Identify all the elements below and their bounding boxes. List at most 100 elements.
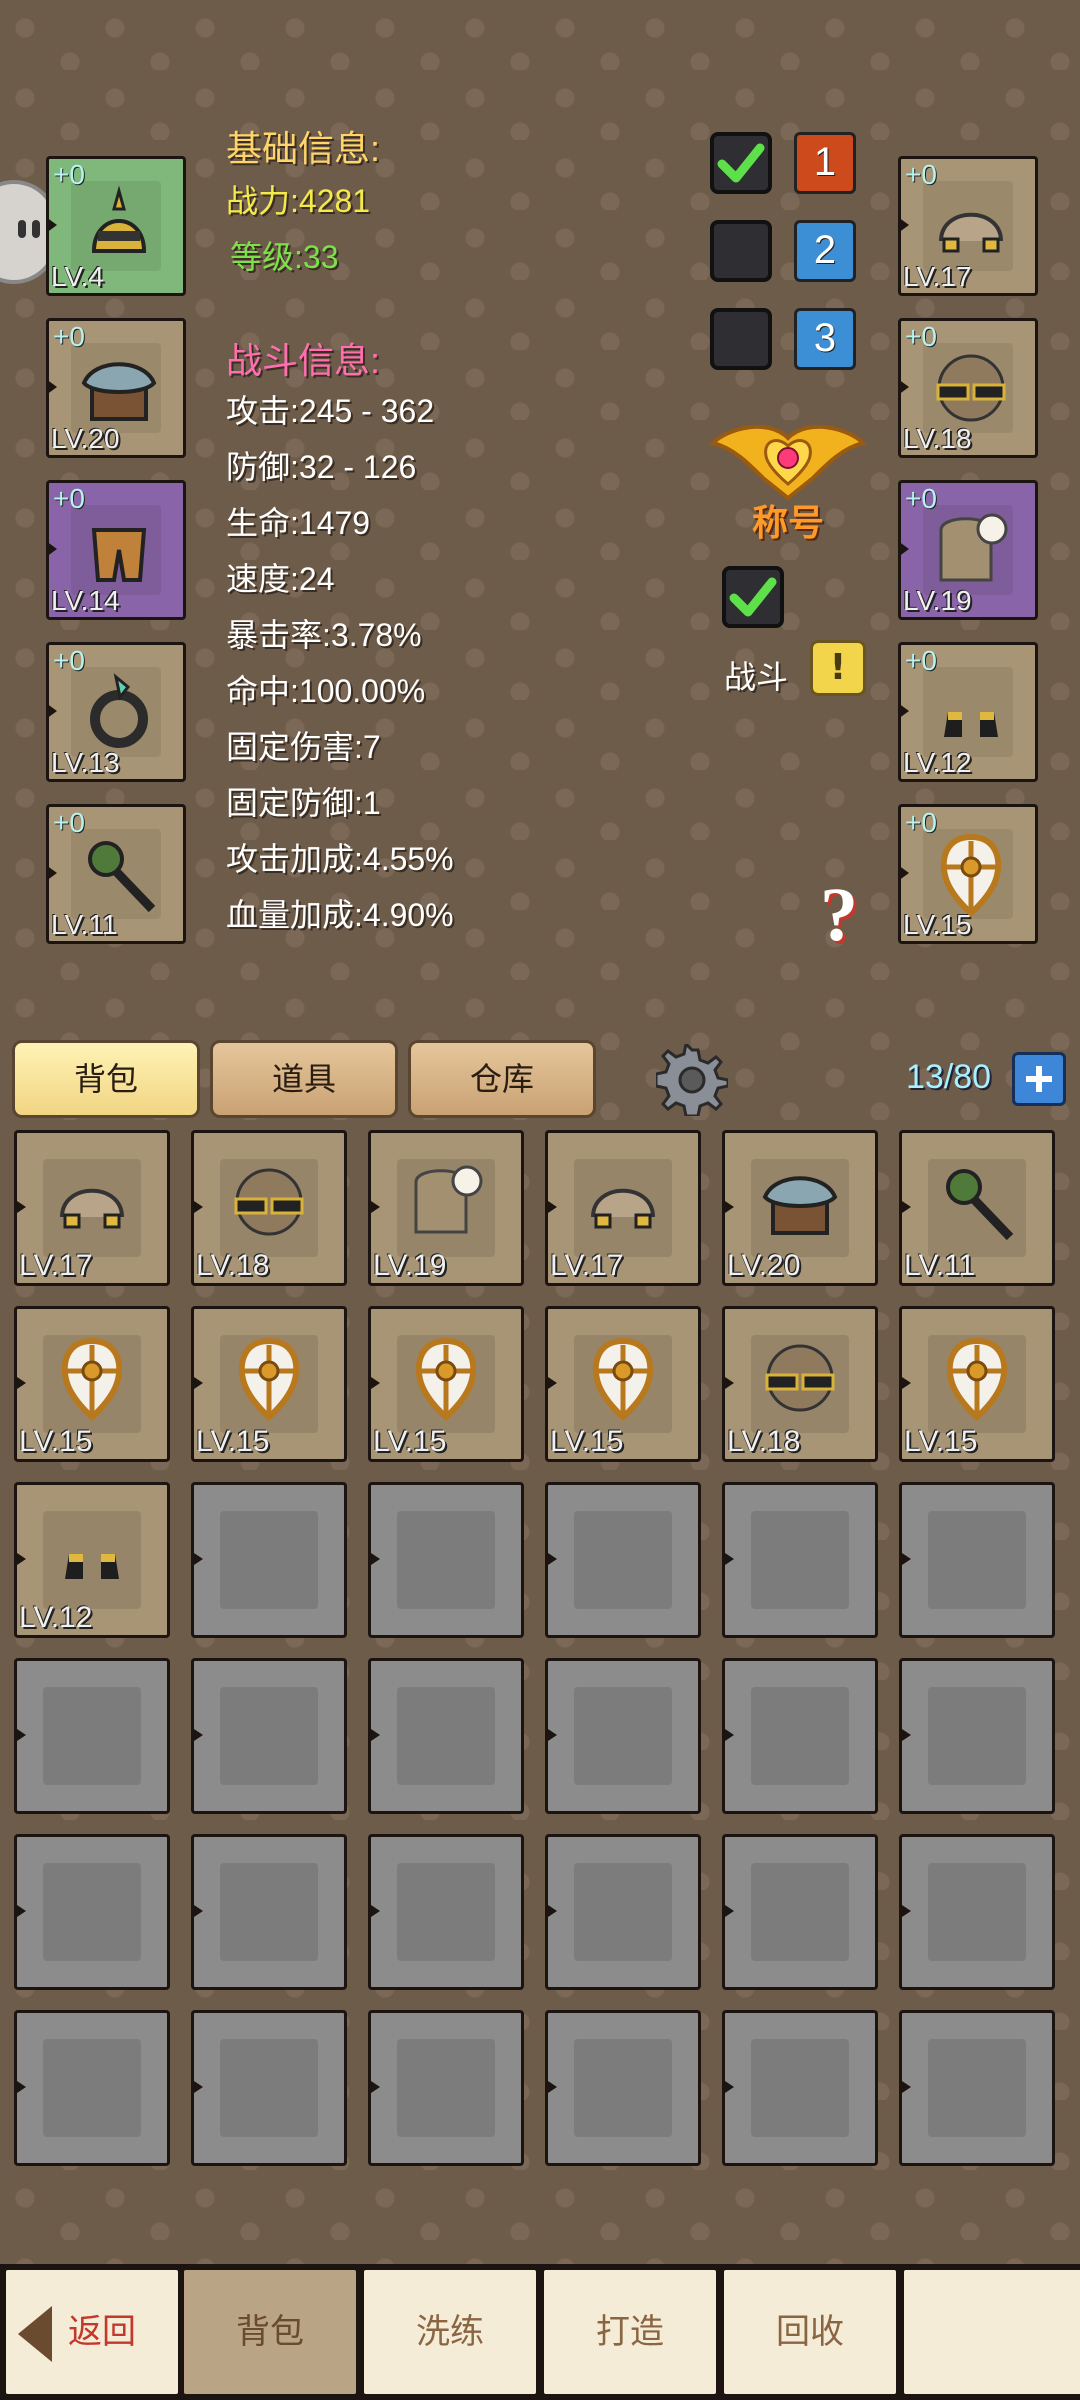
inventory-item[interactable]: LV.15 [14, 1306, 170, 1462]
shield-icon [224, 1333, 314, 1427]
enhance-level: +0 [53, 807, 85, 838]
inventory-item[interactable]: LV.15 [545, 1306, 701, 1462]
slot-notch [545, 1551, 557, 1567]
right-equip-slot[interactable]: +0 LV.17 [898, 156, 1038, 296]
inventory-item[interactable]: LV.20 [722, 1130, 878, 1286]
right-equip-slot[interactable]: +0 LV.12 [898, 642, 1038, 782]
slot-notch [191, 1551, 203, 1567]
slot-background [220, 2039, 318, 2137]
battle-stat-item: 生命:1479 [226, 505, 371, 541]
inventory-item[interactable]: LV.15 [899, 1306, 1055, 1462]
slot-background [574, 1863, 672, 1961]
slot-notch [14, 1551, 26, 1567]
slot-background [43, 1863, 141, 1961]
inventory-empty-slot[interactable] [722, 1482, 878, 1638]
battle-label: 战斗 [724, 659, 789, 695]
tab-bag[interactable]: 背包 [12, 1040, 200, 1118]
inventory-empty-slot[interactable] [191, 1834, 347, 1990]
slot-notch [898, 865, 909, 881]
slot-background [751, 1511, 849, 1609]
slot-background [574, 1511, 672, 1609]
item-level: LV.11 [51, 909, 118, 940]
inventory-empty-slot[interactable] [899, 2010, 1055, 2166]
inventory-empty-slot[interactable] [14, 2010, 170, 2166]
item-level: LV.17 [19, 1249, 93, 1282]
inventory-empty-slot[interactable] [722, 1834, 878, 1990]
inventory-empty-slot[interactable] [368, 1834, 524, 1990]
item-level: LV.18 [196, 1249, 270, 1282]
slot-background [928, 1511, 1026, 1609]
slot-notch [46, 703, 57, 719]
item-level: LV.20 [51, 423, 120, 454]
right-equip-slot[interactable]: +0 LV.19 [898, 480, 1038, 620]
tab-items[interactable]: 道具 [210, 1040, 398, 1118]
nav-forge-button[interactable]: 打造 [544, 2270, 716, 2394]
right-equip-slot[interactable]: +0 LV.15 [898, 804, 1038, 944]
basic-info-header: 基础信息: [226, 128, 381, 169]
inventory-empty-slot[interactable] [545, 2010, 701, 2166]
slot-notch [14, 1199, 26, 1215]
inventory-empty-slot[interactable] [14, 1834, 170, 1990]
inventory-empty-slot[interactable] [899, 1834, 1055, 1990]
left-equip-slot[interactable]: +0 LV.4 [46, 156, 186, 296]
inventory-empty-slot[interactable] [722, 2010, 878, 2166]
right-equip-slot[interactable]: +0 LV.18 [898, 318, 1038, 458]
item-level: LV.15 [196, 1425, 270, 1458]
nav-recycle-button[interactable]: 回收 [724, 2270, 896, 2394]
inventory-item[interactable]: LV.19 [368, 1130, 524, 1286]
gloves-icon [578, 1157, 668, 1251]
inventory-item[interactable]: LV.12 [14, 1482, 170, 1638]
preset-checkbox[interactable] [710, 220, 772, 282]
inventory-empty-slot[interactable] [545, 1658, 701, 1814]
help-icon[interactable]: ? [820, 872, 858, 959]
nav-refine-button[interactable]: 洗练 [364, 2270, 536, 2394]
nav-bag-button[interactable]: 背包 [184, 2270, 356, 2394]
inventory-empty-slot[interactable] [899, 1658, 1055, 1814]
inventory-empty-slot[interactable] [368, 1482, 524, 1638]
inventory-item[interactable]: LV.17 [545, 1130, 701, 1286]
inventory-item[interactable]: LV.17 [14, 1130, 170, 1286]
inventory-empty-slot[interactable] [722, 1658, 878, 1814]
inventory-item[interactable]: LV.15 [368, 1306, 524, 1462]
nav-empty-button[interactable] [904, 2270, 1080, 2394]
inventory-item[interactable]: LV.11 [899, 1130, 1055, 1286]
back-button[interactable]: 返回 [6, 2270, 178, 2394]
title-checkbox[interactable] [722, 566, 784, 628]
slot-notch [722, 2079, 734, 2095]
inventory-empty-slot[interactable] [545, 1482, 701, 1638]
left-equip-slot[interactable]: +0 LV.20 [46, 318, 186, 458]
slot-background [574, 1687, 672, 1785]
slot-background [751, 1687, 849, 1785]
left-equip-slot[interactable]: +0 LV.14 [46, 480, 186, 620]
battle-alert-button[interactable]: ! [810, 640, 866, 696]
enhance-level: +0 [905, 321, 937, 352]
inventory-empty-slot[interactable] [899, 1482, 1055, 1638]
left-equip-slot[interactable]: +0 LV.11 [46, 804, 186, 944]
preset-button[interactable]: 1 [794, 132, 856, 194]
inventory-item[interactable]: LV.18 [722, 1306, 878, 1462]
item-level: LV.15 [904, 1425, 978, 1458]
preset-checkbox[interactable] [710, 308, 772, 370]
tab-warehouse[interactable]: 仓库 [408, 1040, 596, 1118]
title-badge[interactable]: 称号 [708, 418, 868, 548]
inventory-empty-slot[interactable] [191, 1482, 347, 1638]
inventory-item[interactable]: LV.18 [191, 1130, 347, 1286]
preset-button[interactable]: 3 [794, 308, 856, 370]
slot-notch [899, 1903, 911, 1919]
inventory-empty-slot[interactable] [368, 2010, 524, 2166]
left-equip-slot[interactable]: +0 LV.13 [46, 642, 186, 782]
settings-gear-icon[interactable] [654, 1040, 730, 1118]
inventory-empty-slot[interactable] [545, 1834, 701, 1990]
slot-notch [46, 217, 57, 233]
preset-checkbox[interactable] [710, 132, 772, 194]
slot-notch [368, 1199, 380, 1215]
expand-capacity-button[interactable] [1012, 1052, 1066, 1106]
preset-button[interactable]: 2 [794, 220, 856, 282]
inventory-empty-slot[interactable] [368, 1658, 524, 1814]
slot-background [574, 2039, 672, 2137]
inventory-empty-slot[interactable] [14, 1658, 170, 1814]
inventory-empty-slot[interactable] [191, 2010, 347, 2166]
inventory-empty-slot[interactable] [191, 1658, 347, 1814]
inventory-item[interactable]: LV.15 [191, 1306, 347, 1462]
item-level: LV.18 [727, 1425, 801, 1458]
